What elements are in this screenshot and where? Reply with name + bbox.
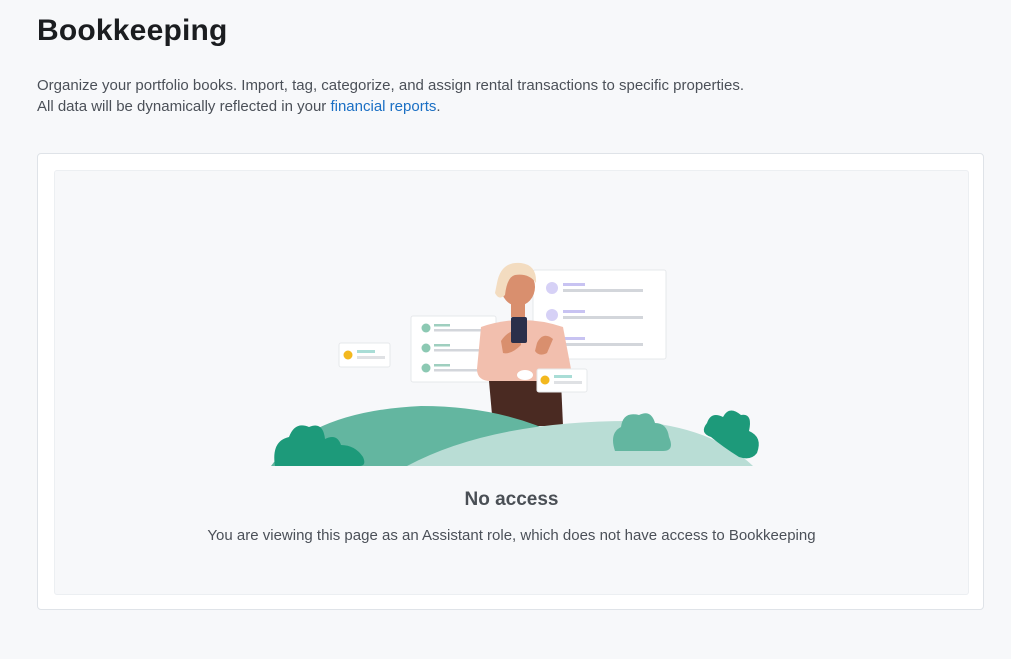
no-access-illustration: [271, 262, 759, 466]
description-suffix: .: [436, 98, 441, 115]
content-card: No access You are viewing this page as a…: [37, 153, 984, 610]
empty-state-message: You are viewing this page as an Assistan…: [207, 527, 816, 544]
bush-middle: [613, 413, 671, 451]
small-card-left: [338, 342, 391, 368]
empty-state-title: No access: [464, 489, 559, 510]
description-prefix: All data will be dynamically reflected i…: [37, 98, 331, 115]
empty-state-panel: No access You are viewing this page as a…: [54, 170, 969, 595]
page-title: Bookkeeping: [37, 14, 228, 47]
description-line-2: All data will be dynamically reflected i…: [37, 96, 977, 117]
page-description: Organize your portfolio books. Import, t…: [37, 75, 977, 117]
description-line-1: Organize your portfolio books. Import, t…: [37, 77, 745, 94]
small-card-right: [536, 368, 588, 393]
financial-reports-link[interactable]: financial reports: [330, 98, 436, 115]
